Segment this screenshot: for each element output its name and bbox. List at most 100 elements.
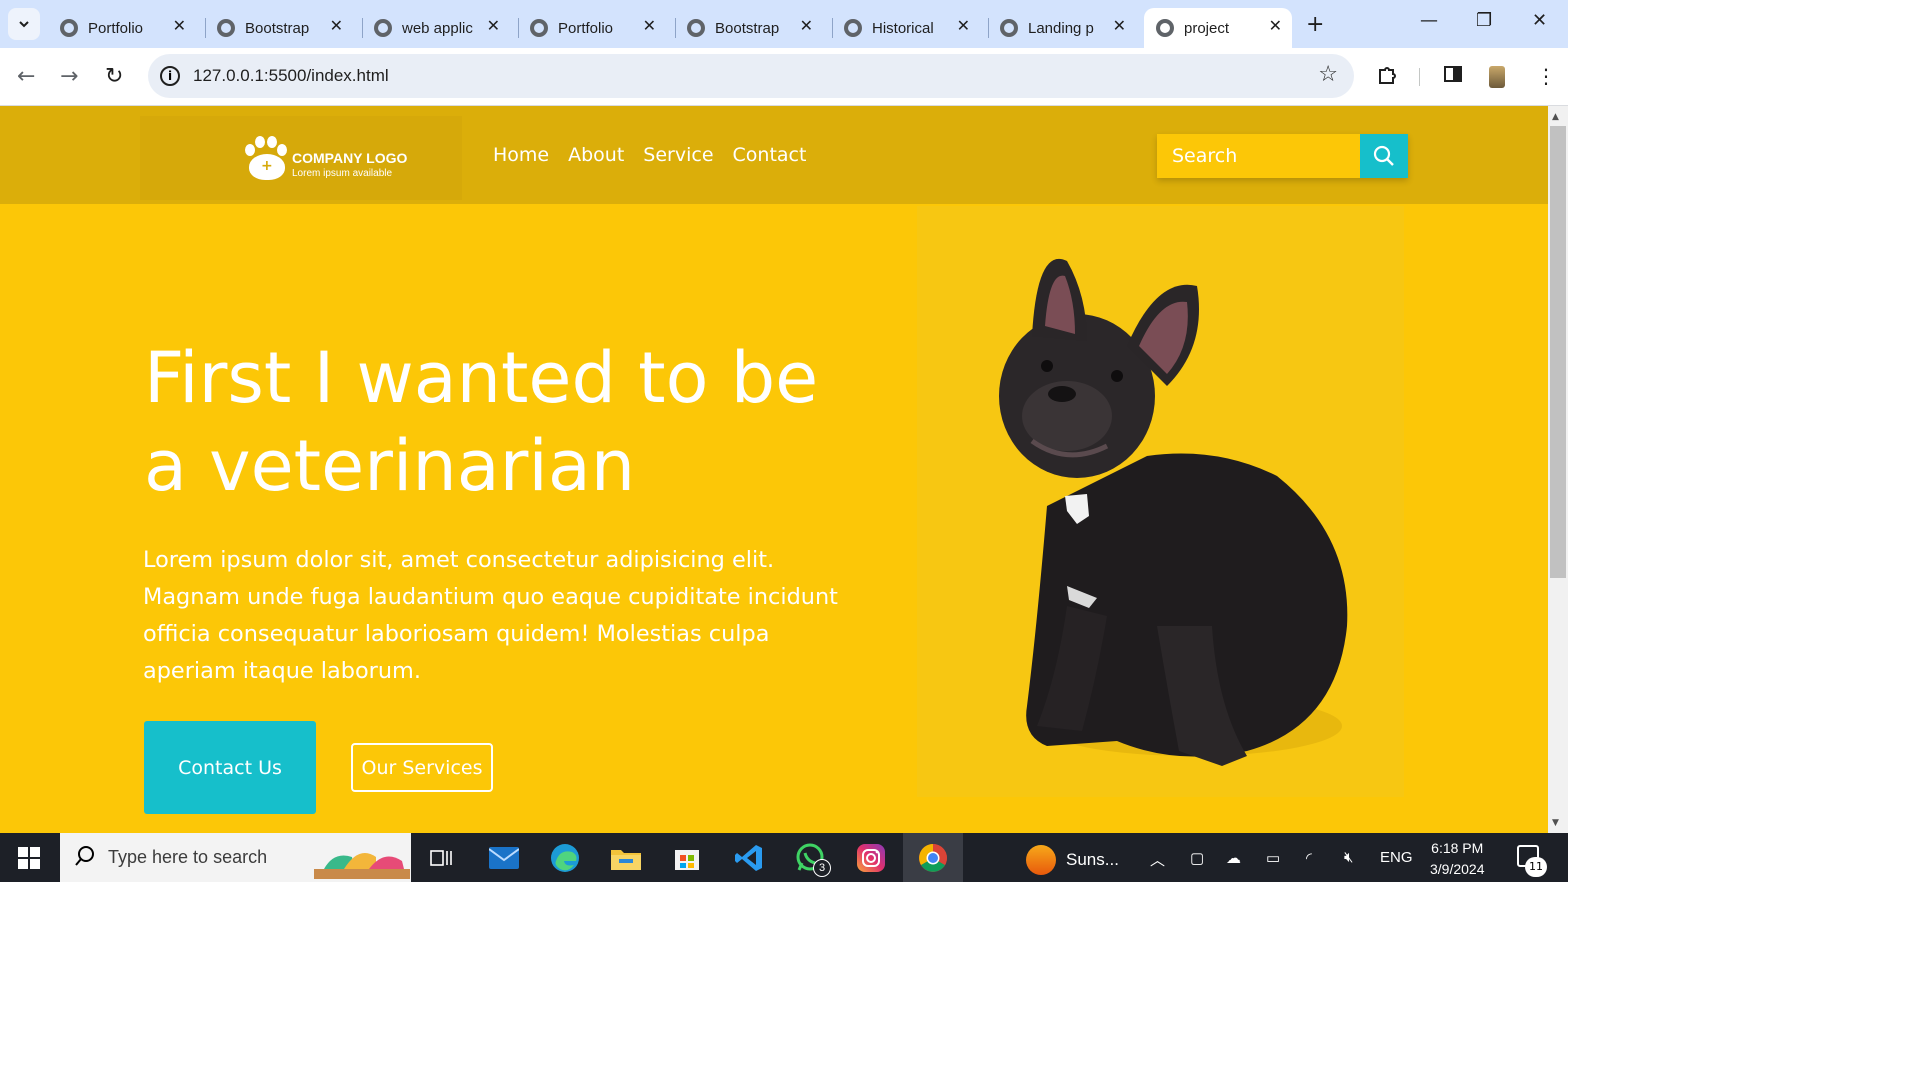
edge-browser-icon[interactable] xyxy=(548,841,582,875)
hero-title: First I wanted to be a veterinarian xyxy=(144,334,884,510)
nav-contact[interactable]: Contact xyxy=(733,144,807,166)
url-text[interactable]: 127.0.0.1:5500/index.html xyxy=(193,66,389,86)
search-highlight-art-icon xyxy=(314,853,410,879)
volume-muted-icon[interactable]: 🔇︎ xyxy=(1344,849,1353,866)
tab-title: Bootstrap xyxy=(715,19,780,37)
clock-date: 3/9/2024 xyxy=(1430,861,1485,877)
bookmark-star-icon[interactable]: ☆ xyxy=(1318,62,1338,87)
whatsapp-notification-badge: 3 xyxy=(813,859,831,877)
wifi-icon[interactable]: ◜ xyxy=(1306,849,1312,867)
new-tab-button[interactable]: + xyxy=(1306,12,1324,37)
more-menu-icon[interactable]: ⋮ xyxy=(1536,64,1556,88)
globe-icon xyxy=(1156,19,1174,37)
tab-title: Landing p xyxy=(1028,19,1094,37)
restore-icon[interactable]: ❐ xyxy=(1476,10,1492,31)
onedrive-icon[interactable]: ☁ xyxy=(1226,849,1241,867)
browser-tab[interactable]: Historical ✕ xyxy=(832,8,980,48)
language-indicator[interactable]: ENG xyxy=(1380,849,1413,866)
tab-title: Historical xyxy=(872,19,934,37)
toolbar-divider xyxy=(1419,68,1420,86)
back-arrow-icon[interactable]: ← xyxy=(17,64,35,89)
task-view-icon[interactable] xyxy=(424,841,458,875)
weather-widget[interactable]: Suns... xyxy=(1026,845,1119,875)
meet-now-icon[interactable]: ▢ xyxy=(1190,849,1204,867)
paw-logo-icon: + xyxy=(243,136,289,182)
close-tab-icon[interactable]: ✕ xyxy=(1113,16,1126,36)
battery-icon[interactable]: ▭ xyxy=(1266,849,1280,867)
search-button[interactable] xyxy=(1360,134,1408,178)
scroll-down-arrow-icon[interactable]: ▼ xyxy=(1552,818,1559,828)
browser-tab[interactable]: Bootstrap ✕ xyxy=(675,8,823,48)
chrome-icon[interactable] xyxy=(916,841,950,875)
browser-tab-active[interactable]: project ✕ xyxy=(1144,8,1292,48)
globe-icon xyxy=(217,19,235,37)
extensions-icon[interactable] xyxy=(1376,64,1398,91)
nav-home[interactable]: Home xyxy=(493,144,549,166)
search-form xyxy=(1157,134,1408,178)
clock-time: 6:18 PM xyxy=(1431,840,1484,856)
browser-tab[interactable]: Bootstrap ✕ xyxy=(205,8,353,48)
hero-title-line: a veterinarian xyxy=(144,425,636,507)
taskbar-search-box[interactable]: Type here to search xyxy=(60,833,411,882)
minimize-icon[interactable]: — xyxy=(1420,10,1438,31)
browser-tab[interactable]: Portfolio ✕ xyxy=(48,8,196,48)
contact-us-button[interactable]: Contact Us xyxy=(144,721,316,814)
site-info-icon[interactable]: i xyxy=(160,66,180,86)
close-tab-icon[interactable]: ✕ xyxy=(173,16,186,36)
page-viewport: + COMPANY LOGO Lorem ipsum available Hom… xyxy=(0,106,1548,833)
close-tab-icon[interactable]: ✕ xyxy=(957,16,970,36)
main-nav: Home About Service Contact xyxy=(493,144,806,166)
close-window-icon[interactable]: ✕ xyxy=(1532,10,1547,31)
instagram-icon[interactable] xyxy=(854,841,888,875)
globe-icon xyxy=(1000,19,1018,37)
tab-title: Bootstrap xyxy=(245,19,310,37)
hero-description: Lorem ipsum dolor sit, amet consectetur … xyxy=(143,547,838,684)
scroll-up-arrow-icon[interactable]: ▲ xyxy=(1552,112,1559,122)
sunny-weather-icon xyxy=(1026,845,1056,875)
our-services-button[interactable]: Our Services xyxy=(351,743,493,792)
browser-tab[interactable]: web applic ✕ xyxy=(362,8,510,48)
system-clock[interactable]: 6:18 PM 3/9/2024 xyxy=(1430,838,1485,880)
close-tab-icon[interactable]: ✕ xyxy=(800,16,813,36)
browser-tab[interactable]: Landing p ✕ xyxy=(988,8,1136,48)
nav-about[interactable]: About xyxy=(568,144,624,166)
hero-title-line: First I wanted to be xyxy=(144,337,819,419)
globe-icon xyxy=(687,19,705,37)
french-bulldog-image xyxy=(999,258,1348,766)
close-tab-icon[interactable]: ✕ xyxy=(487,16,500,36)
taskbar-search-placeholder: Type here to search xyxy=(108,847,268,867)
close-tab-icon[interactable]: ✕ xyxy=(643,16,656,36)
chevron-down-icon xyxy=(19,21,29,28)
address-bar[interactable]: i 127.0.0.1:5500/index.html ☆ xyxy=(148,54,1354,98)
browser-tabstrip: Portfolio ✕ Bootstrap ✕ web applic ✕ Por… xyxy=(0,0,1568,48)
whatsapp-icon[interactable]: 3 xyxy=(793,841,831,877)
tab-title: Portfolio xyxy=(88,19,144,37)
side-panel-icon[interactable] xyxy=(1443,64,1463,89)
nav-service[interactable]: Service xyxy=(643,144,713,166)
hero-image xyxy=(917,206,1404,797)
windows-start-icon[interactable] xyxy=(18,847,40,869)
show-hidden-icons-icon[interactable]: ︿ xyxy=(1150,849,1165,870)
profile-avatar[interactable] xyxy=(1489,66,1505,88)
scroll-thumb[interactable] xyxy=(1550,126,1566,578)
file-explorer-icon[interactable] xyxy=(609,841,643,875)
windows-taskbar: Type here to search 3 Suns... ︿ ▢ ☁ ▭ ◜ … xyxy=(0,833,1568,882)
tab-title: project xyxy=(1184,19,1230,37)
vscode-icon[interactable] xyxy=(732,841,766,875)
search-input[interactable] xyxy=(1157,134,1360,178)
globe-icon xyxy=(374,19,392,37)
browser-tab[interactable]: Portfolio ✕ xyxy=(518,8,666,48)
close-tab-icon[interactable]: ✕ xyxy=(330,16,343,36)
forward-arrow-icon[interactable]: → xyxy=(60,64,78,89)
tab-title: web applic xyxy=(402,19,473,37)
globe-icon xyxy=(844,19,862,37)
tab-search-button[interactable] xyxy=(8,8,40,40)
tab-title: Portfolio xyxy=(558,19,614,37)
logo-title: COMPANY LOGO xyxy=(292,150,408,166)
close-tab-icon[interactable]: ✕ xyxy=(1269,16,1282,36)
microsoft-store-icon[interactable] xyxy=(670,841,704,875)
mail-app-icon[interactable] xyxy=(487,841,521,875)
reload-icon[interactable]: ↻ xyxy=(105,64,123,89)
site-header: + COMPANY LOGO Lorem ipsum available Hom… xyxy=(0,106,1548,204)
company-logo[interactable]: + COMPANY LOGO Lorem ipsum available xyxy=(140,116,462,200)
